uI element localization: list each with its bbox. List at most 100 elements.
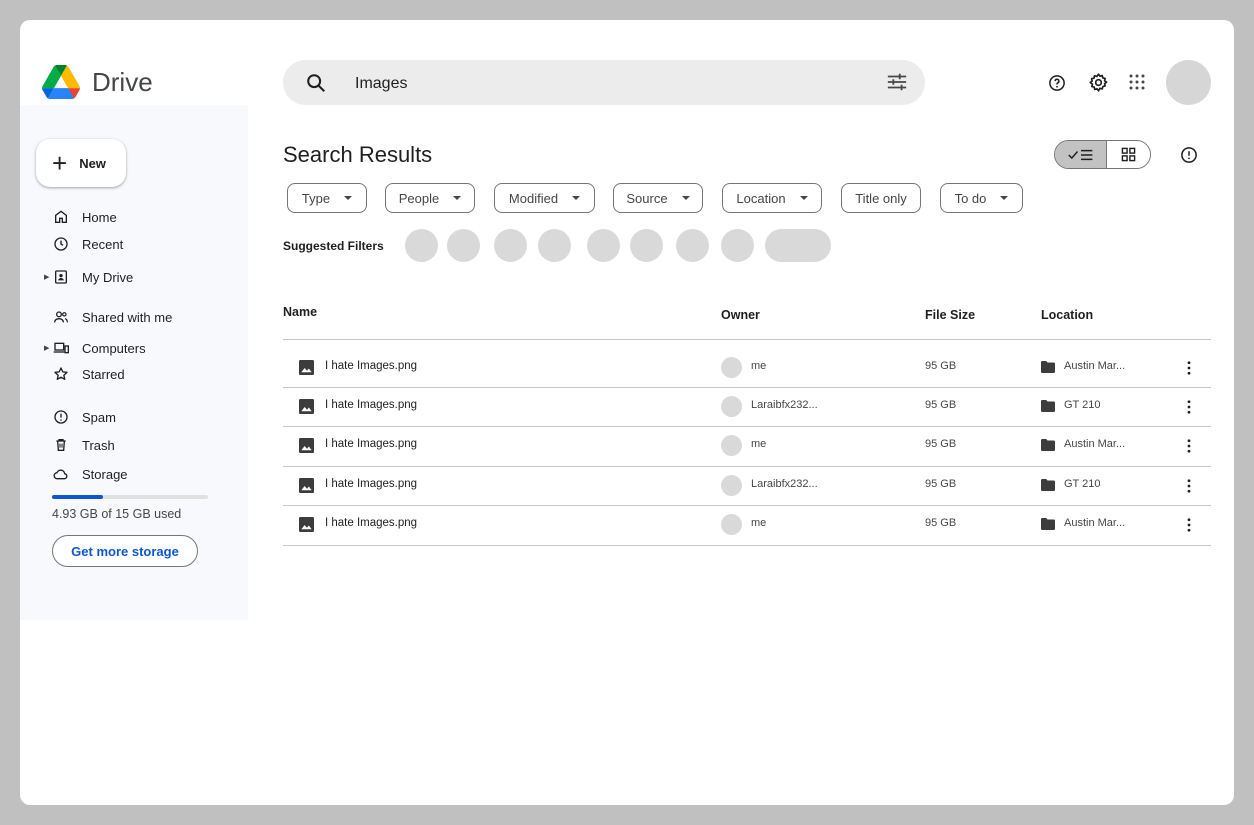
image-file-icon xyxy=(299,517,314,532)
get-more-storage-button[interactable]: Get more storage xyxy=(52,535,198,567)
suggested-filter-chip[interactable] xyxy=(676,229,709,262)
more-vert-icon[interactable] xyxy=(1181,397,1197,417)
grid-view-button[interactable] xyxy=(1107,141,1150,168)
file-name: I hate Images.png xyxy=(325,360,418,372)
filter-chip-people[interactable]: People xyxy=(385,183,475,213)
file-location[interactable]: Austin Mar... xyxy=(1064,438,1125,450)
sidebar-item-label: Shared with me xyxy=(82,309,173,325)
sidebar-item-spam[interactable]: Spam xyxy=(44,406,116,428)
suggested-filter-chip[interactable] xyxy=(494,229,527,262)
sidebar-item-starred[interactable]: Starred xyxy=(44,363,125,385)
sidebar-item-recent[interactable]: Recent xyxy=(44,233,123,255)
filter-chip-type[interactable]: Type xyxy=(287,183,367,213)
sidebar-item-label: Spam xyxy=(82,409,116,425)
column-header-owner[interactable]: Owner xyxy=(721,308,760,322)
help-icon[interactable] xyxy=(1047,73,1067,93)
sidebar-item-storage[interactable]: Storage xyxy=(44,463,128,485)
filter-chip-source[interactable]: Source xyxy=(613,183,703,213)
column-header-file-size[interactable]: File Size xyxy=(925,308,975,322)
plus-icon: + xyxy=(52,148,68,178)
dropdown-arrow-icon xyxy=(1000,196,1009,200)
list-view-button[interactable] xyxy=(1055,141,1107,168)
sidebar-item-label: My Drive xyxy=(82,269,134,285)
file-location[interactable]: Austin Mar... xyxy=(1064,360,1125,372)
table-row[interactable]: I hate Images.png me 95 GB Austin Mar... xyxy=(283,348,1211,387)
owner-avatar xyxy=(721,357,742,378)
new-button[interactable]: + New xyxy=(36,139,126,187)
settings-gear-icon[interactable] xyxy=(1087,71,1109,93)
filter-chip-modified[interactable]: Modified xyxy=(494,183,595,213)
account-avatar[interactable] xyxy=(1166,60,1211,105)
sidebar-item-label: Computers xyxy=(82,340,146,356)
folder-icon xyxy=(1041,439,1055,451)
spam-icon xyxy=(52,408,70,426)
file-location[interactable]: GT 210 xyxy=(1064,399,1101,411)
people-icon xyxy=(52,308,70,326)
expand-arrow-icon[interactable]: ▶ xyxy=(44,273,52,281)
search-input[interactable] xyxy=(353,70,837,97)
image-file-icon xyxy=(299,399,314,414)
folder-icon xyxy=(1041,361,1055,373)
check-list-icon xyxy=(1067,149,1092,160)
drive-logo[interactable]: Drive xyxy=(42,65,153,99)
grid-icon xyxy=(1121,147,1136,162)
image-file-icon xyxy=(299,478,314,493)
table-row[interactable]: I hate Images.png Laraibfx232... 95 GB G… xyxy=(283,387,1211,426)
sidebar-item-label: Starred xyxy=(82,366,125,382)
file-name: I hate Images.png xyxy=(325,478,418,490)
dropdown-arrow-icon xyxy=(453,196,462,200)
suggested-filter-chip[interactable] xyxy=(630,229,663,262)
sidebar-item-my-drive[interactable]: ▶ My Drive xyxy=(44,266,133,288)
suggested-filter-chip[interactable] xyxy=(405,229,438,262)
owner-name: Laraibfx232... xyxy=(751,399,818,411)
filter-chip-label: Type xyxy=(301,190,331,206)
suggested-filters-label: Suggested Filters xyxy=(283,239,384,253)
image-file-icon xyxy=(299,438,314,453)
file-location[interactable]: Austin Mar... xyxy=(1064,517,1125,529)
sidebar-item-computers[interactable]: ▶ Computers xyxy=(44,337,146,359)
my-drive-icon xyxy=(52,268,70,286)
suggested-filter-chip[interactable] xyxy=(721,229,754,262)
star-icon xyxy=(52,365,70,383)
file-size: 95 GB xyxy=(925,517,957,529)
search-icon[interactable] xyxy=(305,72,327,94)
more-vert-icon[interactable] xyxy=(1181,358,1197,378)
sidebar-item-trash[interactable]: Trash xyxy=(44,434,115,456)
filter-chip-label: People xyxy=(398,190,440,206)
table-row[interactable]: I hate Images.png me 95 GB Austin Mar... xyxy=(283,426,1211,465)
search-options-icon[interactable] xyxy=(886,71,908,93)
filter-chip-location[interactable]: Location xyxy=(722,183,822,213)
table-row[interactable]: I hate Images.png Laraibfx232... 95 GB G… xyxy=(283,466,1211,505)
search-bar xyxy=(283,60,925,105)
file-location[interactable]: GT 210 xyxy=(1064,478,1101,490)
trash-icon xyxy=(52,436,70,454)
owner-name: me xyxy=(751,517,767,529)
filter-chip-to-do[interactable]: To do xyxy=(940,183,1023,213)
sidebar-item-home[interactable]: Home xyxy=(44,206,117,228)
filter-chip-title-only[interactable]: Title only xyxy=(841,183,921,213)
image-file-icon xyxy=(299,360,314,375)
apps-grid-icon[interactable] xyxy=(1127,72,1147,92)
dropdown-arrow-icon xyxy=(344,196,353,200)
file-size: 95 GB xyxy=(925,478,957,490)
owner-name: Laraibfx232... xyxy=(751,478,818,490)
sidebar-item-shared-with-me[interactable]: Shared with me xyxy=(44,306,172,328)
clock-icon xyxy=(52,235,70,253)
storage-meter xyxy=(52,495,208,499)
column-header-name[interactable]: Name xyxy=(283,305,317,319)
table-row[interactable]: I hate Images.png me 95 GB Austin Mar... xyxy=(283,505,1211,544)
cloud-icon xyxy=(52,465,70,483)
info-icon[interactable] xyxy=(1180,146,1198,164)
suggested-filter-chip[interactable] xyxy=(587,229,620,262)
more-vert-icon[interactable] xyxy=(1181,476,1197,496)
expand-arrow-icon[interactable]: ▶ xyxy=(44,344,52,352)
suggested-filter-chip[interactable] xyxy=(538,229,571,262)
suggested-filter-chip[interactable] xyxy=(447,229,480,262)
storage-meter-fill xyxy=(52,495,104,499)
suggested-filter-chip[interactable] xyxy=(765,229,831,262)
more-vert-icon[interactable] xyxy=(1181,436,1197,456)
more-vert-icon[interactable] xyxy=(1181,515,1197,535)
file-name: I hate Images.png xyxy=(325,438,418,450)
owner-avatar xyxy=(721,435,742,456)
column-header-location[interactable]: Location xyxy=(1041,308,1093,322)
